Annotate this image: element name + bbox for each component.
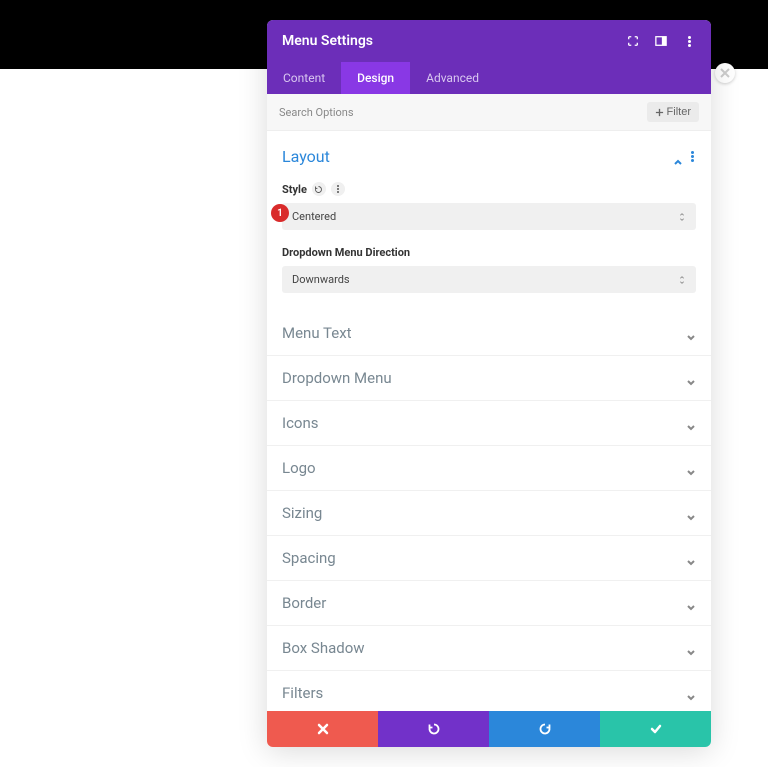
tab-content[interactable]: Content xyxy=(267,62,341,94)
close-icon xyxy=(720,68,730,78)
section-spacing[interactable]: Spacing xyxy=(267,536,711,581)
undo-icon xyxy=(314,185,323,194)
section-layout-header[interactable]: Layout xyxy=(267,131,711,179)
panel-title: Menu Settings xyxy=(282,33,373,49)
section-box-shadow[interactable]: Box Shadow xyxy=(267,626,711,671)
chevron-down-icon xyxy=(686,643,696,653)
dropdown-direction-select[interactable]: Downwards xyxy=(282,266,696,293)
section-title: Border xyxy=(282,594,326,612)
section-icons[interactable]: Icons xyxy=(267,401,711,446)
expand-icon xyxy=(627,35,639,47)
section-dropdown-menu[interactable]: Dropdown Menu xyxy=(267,356,711,401)
panel-header: Menu Settings xyxy=(267,20,711,62)
annotation-badge-1: 1 xyxy=(271,204,289,222)
sort-icon xyxy=(678,275,686,285)
dropdown-direction-value: Downwards xyxy=(292,273,350,286)
plus-icon xyxy=(655,108,664,117)
chevron-down-icon xyxy=(686,598,696,608)
panel-icon xyxy=(655,35,667,47)
chevron-down-icon xyxy=(686,463,696,473)
chevron-down-icon xyxy=(686,508,696,518)
dropdown-direction-label: Dropdown Menu Direction xyxy=(282,246,410,259)
section-menu-button[interactable] xyxy=(689,149,696,164)
sort-icon xyxy=(678,212,686,222)
redo-button[interactable] xyxy=(489,711,600,747)
check-icon xyxy=(649,722,663,736)
chevron-down-icon xyxy=(686,328,696,338)
section-title: Dropdown Menu xyxy=(282,369,392,387)
section-title: Filters xyxy=(282,684,323,702)
close-icon xyxy=(316,722,330,736)
section-title: Icons xyxy=(282,414,319,432)
section-border[interactable]: Border xyxy=(267,581,711,626)
section-title: Box Shadow xyxy=(282,639,365,657)
chevron-up-icon xyxy=(673,152,683,162)
style-reset-button[interactable] xyxy=(312,182,326,196)
expand-button[interactable] xyxy=(626,34,640,48)
section-sizing[interactable]: Sizing xyxy=(267,491,711,536)
header-menu-button[interactable] xyxy=(682,34,696,48)
style-select[interactable]: Centered xyxy=(282,203,696,230)
dropdown-direction-group: Dropdown Menu Direction Downwards xyxy=(282,246,696,293)
section-menu-text[interactable]: Menu Text xyxy=(267,311,711,356)
cancel-button[interactable] xyxy=(267,711,378,747)
kebab-icon xyxy=(686,34,693,49)
section-layout-content: Style 1 Centered Dropdown Menu Direction xyxy=(267,182,711,311)
search-row: Search Options Filter xyxy=(267,94,711,131)
panel-body[interactable]: Layout Style 1 Centered xyxy=(267,131,711,711)
chevron-down-icon xyxy=(686,373,696,383)
style-label: Style xyxy=(282,183,307,196)
style-menu-button[interactable] xyxy=(331,182,345,196)
style-value: Centered xyxy=(292,210,336,223)
chevron-down-icon xyxy=(686,418,696,428)
undo-icon xyxy=(427,722,441,736)
chevron-down-icon xyxy=(686,688,696,698)
search-input[interactable]: Search Options xyxy=(279,106,354,119)
section-title: Sizing xyxy=(282,504,322,522)
tab-advanced[interactable]: Advanced xyxy=(410,62,495,94)
tabs: Content Design Advanced xyxy=(267,62,711,94)
section-filters[interactable]: Filters xyxy=(267,671,711,711)
redo-icon xyxy=(538,722,552,736)
section-logo[interactable]: Logo xyxy=(267,446,711,491)
panel-close-button[interactable] xyxy=(715,63,735,83)
settings-panel: Menu Settings Content Design Advanced Se… xyxy=(267,20,711,747)
section-title: Spacing xyxy=(282,549,336,567)
filter-label: Filter xyxy=(667,106,691,118)
section-title: Menu Text xyxy=(282,324,352,342)
header-actions xyxy=(626,34,696,48)
panel-footer xyxy=(267,711,711,747)
section-layout-title: Layout xyxy=(282,147,330,166)
save-button[interactable] xyxy=(600,711,711,747)
undo-button[interactable] xyxy=(378,711,489,747)
filter-button[interactable]: Filter xyxy=(647,102,699,122)
style-label-row: Style xyxy=(282,182,696,196)
chevron-down-icon xyxy=(686,553,696,563)
section-title: Logo xyxy=(282,459,316,477)
snap-button[interactable] xyxy=(654,34,668,48)
tab-design[interactable]: Design xyxy=(341,62,410,94)
style-select-wrapper: 1 Centered xyxy=(282,203,696,230)
